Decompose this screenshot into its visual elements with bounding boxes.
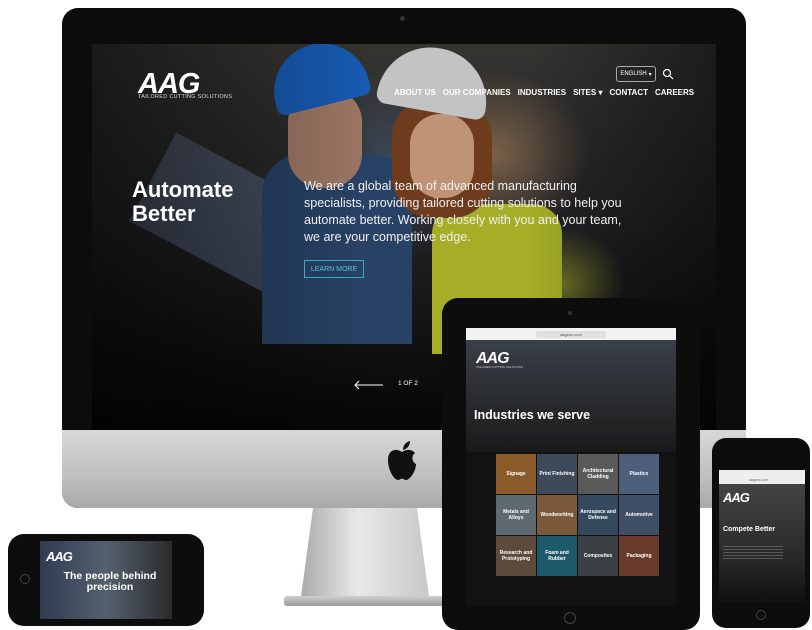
slide-pager: 1 OF 2 xyxy=(398,380,418,387)
hero-title: Automate Better xyxy=(132,177,234,226)
nav-sites-label: SITES xyxy=(573,88,597,97)
industry-tile[interactable]: Automotive xyxy=(619,495,659,535)
tablet-screen: aagcnc.com AAG TAILORED CUTTING SOLUTION… xyxy=(466,328,676,606)
industry-tile[interactable]: Signage xyxy=(496,454,536,494)
industry-tile[interactable]: Composites xyxy=(578,536,618,576)
phone-landscape-title: The people behind precision xyxy=(63,570,157,593)
tablet-camera xyxy=(568,311,572,315)
nav-sites[interactable]: SITES ▾ xyxy=(573,88,602,97)
phone-url[interactable]: aagcnc.com xyxy=(749,478,768,482)
industry-tile[interactable]: Aerospace and Defense xyxy=(578,495,618,535)
imac-camera xyxy=(400,16,405,21)
language-label: ENGLISH xyxy=(620,71,647,77)
apple-logo-icon xyxy=(388,441,416,480)
industry-tile[interactable]: Research and Prototyping xyxy=(496,536,536,576)
nav-about-us[interactable]: ABOUT US xyxy=(394,88,436,97)
phone-portrait-screen: aagcnc.com AAG Compete Better xyxy=(719,470,805,602)
tablet-tagline: TAILORED CUTTING SOLUTIONS xyxy=(476,365,524,369)
nav-contact[interactable]: CONTACT xyxy=(609,88,648,97)
phone-hero-title: Compete Better xyxy=(723,526,776,533)
arrow-left-icon[interactable] xyxy=(354,380,384,390)
industry-tile[interactable]: Woodworking xyxy=(537,495,577,535)
search-icon[interactable] xyxy=(662,68,674,80)
phone-logo[interactable]: AAG xyxy=(723,490,750,505)
phone-landscape-screen: AAG The people behind precision xyxy=(40,541,172,619)
industry-tile[interactable]: Print Finishing xyxy=(537,454,577,494)
nav-careers[interactable]: CAREERS xyxy=(655,88,694,97)
learn-more-button[interactable]: LEARN MORE xyxy=(304,260,364,278)
language-selector[interactable]: ENGLISH ▾ xyxy=(616,66,656,82)
tablet-url-bar[interactable]: aagcnc.com xyxy=(466,328,676,340)
tablet-home-button[interactable] xyxy=(564,612,576,624)
industry-tile[interactable]: Metals and Alloys xyxy=(496,495,536,535)
tablet-url[interactable]: aagcnc.com xyxy=(536,330,606,338)
phone-landscape-logo[interactable]: AAG xyxy=(46,549,73,564)
imac-stand-base xyxy=(284,596,444,606)
main-nav: ABOUT US OUR COMPANIES INDUSTRIES SITES … xyxy=(394,88,694,97)
chevron-down-icon: ▾ xyxy=(648,71,652,78)
site-tagline: TAILORED CUTTING SOLUTIONS xyxy=(138,94,233,100)
chevron-down-icon: ▾ xyxy=(596,88,603,97)
hero-body: We are a global team of advanced manufac… xyxy=(304,179,622,244)
industries-heading: Industries we serve xyxy=(474,408,591,422)
phone-landscape-home-button[interactable] xyxy=(20,574,30,584)
phone-hero-text-lines xyxy=(723,546,783,560)
imac-stand xyxy=(300,508,430,604)
phone-portrait-home-button[interactable] xyxy=(756,610,766,620)
industry-tile[interactable]: Plastics xyxy=(619,454,659,494)
industry-tile[interactable]: Packaging xyxy=(619,536,659,576)
industry-tile[interactable]: Architectural Cladding xyxy=(578,454,618,494)
nav-industries[interactable]: INDUSTRIES xyxy=(518,88,566,97)
industry-tile[interactable]: Foam and Rubber xyxy=(537,536,577,576)
industries-grid: Signage Print Finishing Architectural Cl… xyxy=(496,454,659,576)
nav-our-companies[interactable]: OUR COMPANIES xyxy=(443,88,511,97)
